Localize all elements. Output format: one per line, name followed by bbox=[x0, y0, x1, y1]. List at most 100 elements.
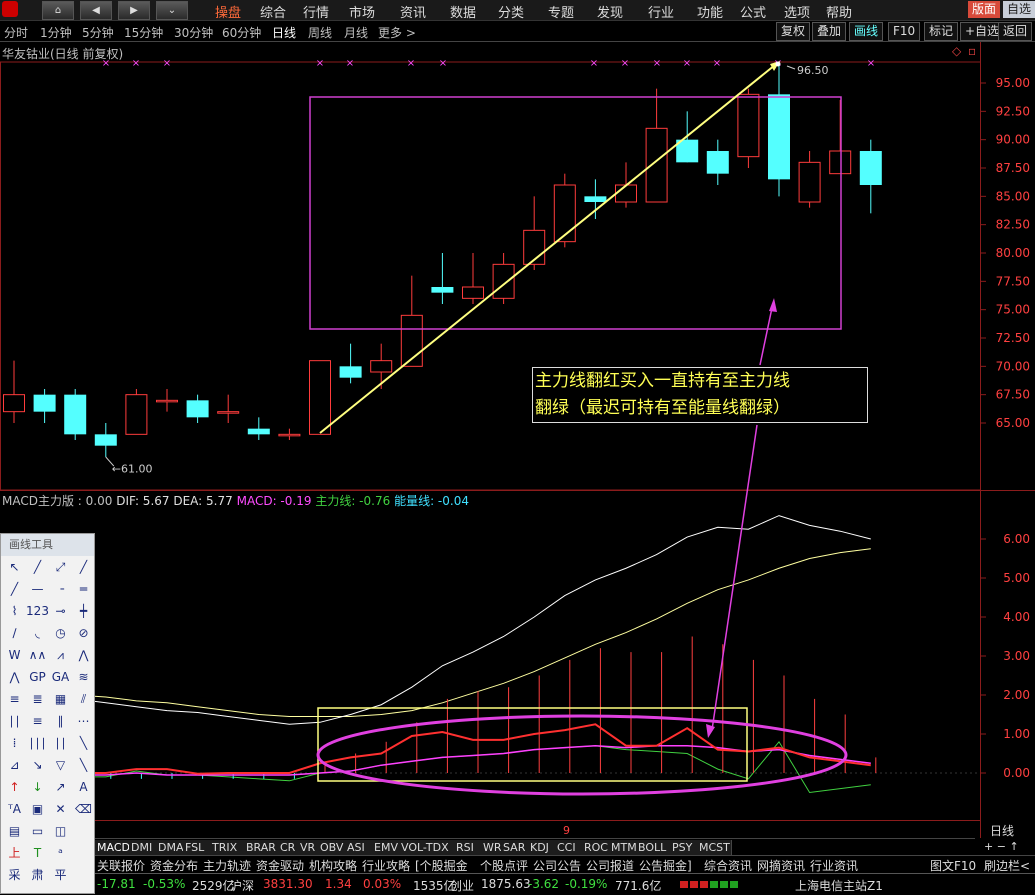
info-tab-right-0[interactable]: 图文F10 bbox=[930, 857, 976, 874]
draw-tool-20-icon[interactable]: ⋀ bbox=[3, 666, 26, 688]
draw-tool-53-icon[interactable]: T bbox=[26, 842, 49, 864]
indicator-tab-kdj[interactable]: KDJ bbox=[528, 840, 556, 855]
draw-tool-47-icon[interactable]: ⌫ bbox=[72, 798, 95, 820]
draw-tool-46-icon[interactable]: ✕ bbox=[49, 798, 72, 820]
draw-tool-15-icon[interactable]: ⊘ bbox=[72, 622, 95, 644]
draw-tool-0-icon[interactable]: ↖ bbox=[3, 556, 26, 578]
draw-tool-12-icon[interactable]: ∕ bbox=[3, 622, 26, 644]
draw-tool-59-icon[interactable] bbox=[72, 864, 95, 886]
draw-tool-38-icon[interactable]: ▽ bbox=[49, 754, 72, 776]
draw-tool-8-icon[interactable]: ⌇ bbox=[3, 600, 26, 622]
draw-tool-19-icon[interactable]: ⋀ bbox=[72, 644, 95, 666]
draw-tool-22-icon[interactable]: GA bbox=[49, 666, 72, 688]
draw-tool-10-icon[interactable]: ⊸ bbox=[49, 600, 72, 622]
draw-tool-57-icon[interactable]: 肃 bbox=[26, 864, 49, 886]
zoom-in-icon[interactable]: + bbox=[984, 840, 993, 853]
info-tab-right-1[interactable]: 刷边栏< bbox=[984, 857, 1030, 874]
indicator-tab-asi[interactable]: ASI bbox=[345, 840, 373, 855]
indicator-tab-psy[interactable]: PSY bbox=[670, 840, 698, 855]
draw-tool-11-icon[interactable]: ┿ bbox=[72, 600, 95, 622]
draw-tool-23-icon[interactable]: ≋ bbox=[72, 666, 95, 688]
draw-tool-30-icon[interactable]: ∥ bbox=[49, 710, 72, 732]
draw-tool-13-icon[interactable]: ◟ bbox=[26, 622, 49, 644]
indicator-tab-macd[interactable]: MACD bbox=[95, 840, 130, 855]
draw-tool-51-icon[interactable] bbox=[72, 820, 95, 842]
draw-tool-2-icon[interactable]: ⤢ bbox=[49, 556, 72, 578]
draw-tool-54-icon[interactable]: ᵃ bbox=[49, 842, 72, 864]
draw-tool-14-icon[interactable]: ◷ bbox=[49, 622, 72, 644]
indicator-tab-sar[interactable]: SAR bbox=[501, 840, 529, 855]
indicator-tab-vr[interactable]: VR bbox=[298, 840, 319, 855]
draw-tool-37-icon[interactable]: ↘ bbox=[26, 754, 49, 776]
draw-tool-26-icon[interactable]: ▦ bbox=[49, 688, 72, 710]
zoom-out-icon[interactable]: − bbox=[997, 840, 1006, 853]
indicator-tab-roc[interactable]: ROC bbox=[582, 840, 610, 855]
draw-tool-43-icon[interactable]: A bbox=[72, 776, 95, 798]
draw-tool-9-icon[interactable]: 123 bbox=[26, 600, 49, 622]
indicator-tab-mtm[interactable]: MTM bbox=[609, 840, 637, 855]
indicator-tab-vol-tdx[interactable]: VOL-TDX bbox=[399, 840, 455, 855]
indicator-tab-dma[interactable]: DMA bbox=[156, 840, 184, 855]
info-tab-6[interactable]: [个股掘金 bbox=[415, 857, 468, 874]
info-tab-4[interactable]: 机构攻略 bbox=[309, 857, 357, 874]
draw-tool-34-icon[interactable]: ∣∣ bbox=[49, 732, 72, 754]
draw-tool-21-icon[interactable]: GP bbox=[26, 666, 49, 688]
zoom-controls[interactable]: + − ↑ bbox=[984, 840, 1034, 853]
info-tab-11[interactable]: 综合资讯 bbox=[704, 857, 752, 874]
draw-tool-7-icon[interactable]: ═ bbox=[72, 578, 95, 600]
draw-tool-5-icon[interactable]: — bbox=[26, 578, 49, 600]
indicator-tab-fsl[interactable]: FSL bbox=[183, 840, 211, 855]
indicator-tab-dmi[interactable]: DMI bbox=[129, 840, 157, 855]
info-tab-2[interactable]: 主力轨迹 bbox=[203, 857, 251, 874]
indicator-tab-emv[interactable]: EMV bbox=[372, 840, 400, 855]
info-tab-9[interactable]: 公司报道 bbox=[586, 857, 634, 874]
draw-tool-29-icon[interactable]: ≡ bbox=[26, 710, 49, 732]
draw-tool-25-icon[interactable]: ≣ bbox=[26, 688, 49, 710]
info-tab-10[interactable]: 公告掘金] bbox=[639, 857, 692, 874]
draw-tool-40-icon[interactable]: ↑ bbox=[3, 776, 26, 798]
indicator-tab-boll[interactable]: BOLL bbox=[636, 840, 671, 855]
indicator-tab-mcst[interactable]: MCST bbox=[697, 840, 732, 855]
draw-tool-4-icon[interactable]: ╱ bbox=[3, 578, 26, 600]
info-tab-5[interactable]: 行业攻略 bbox=[362, 857, 410, 874]
draw-tool-52-icon[interactable]: 上 bbox=[3, 842, 26, 864]
info-tab-0[interactable]: 关联报价 bbox=[97, 857, 145, 874]
info-tab-13[interactable]: 行业资讯 bbox=[810, 857, 858, 874]
draw-tool-39-icon[interactable]: ╲ bbox=[72, 754, 95, 776]
draw-tool-35-icon[interactable]: ╲ bbox=[72, 732, 95, 754]
draw-tool-55-icon[interactable] bbox=[72, 842, 95, 864]
indicator-tab-cr[interactable]: CR bbox=[278, 840, 299, 855]
draw-tool-44-icon[interactable]: ᵀA bbox=[3, 798, 26, 820]
info-tab-3[interactable]: 资金驱动 bbox=[256, 857, 304, 874]
draw-tool-50-icon[interactable]: ◫ bbox=[49, 820, 72, 842]
draw-tool-16-icon[interactable]: W bbox=[3, 644, 26, 666]
draw-tool-27-icon[interactable]: ⫽ bbox=[72, 688, 95, 710]
up-icon[interactable]: ↑ bbox=[1009, 840, 1018, 853]
draw-tool-24-icon[interactable]: ≡ bbox=[3, 688, 26, 710]
draw-tool-48-icon[interactable]: ▤ bbox=[3, 820, 26, 842]
draw-tool-56-icon[interactable]: 采 bbox=[3, 864, 26, 886]
draw-tool-32-icon[interactable]: ⁞ bbox=[3, 732, 26, 754]
indicator-tab-obv[interactable]: OBV bbox=[318, 840, 346, 855]
info-tab-12[interactable]: 网摘资讯 bbox=[757, 857, 805, 874]
draw-tool-41-icon[interactable]: ↓ bbox=[26, 776, 49, 798]
draw-tool-18-icon[interactable]: ⩘ bbox=[49, 644, 72, 666]
draw-tool-6-icon[interactable]: ╶ bbox=[49, 578, 72, 600]
indicator-tab-wr[interactable]: WR bbox=[481, 840, 502, 855]
draw-tool-28-icon[interactable]: ∣∣ bbox=[3, 710, 26, 732]
indicator-tab-brar[interactable]: BRAR bbox=[244, 840, 279, 855]
draw-tool-31-icon[interactable]: ⋯ bbox=[72, 710, 95, 732]
draw-tool-33-icon[interactable]: ∣∣∣ bbox=[26, 732, 49, 754]
draw-tool-17-icon[interactable]: ∧∧ bbox=[26, 644, 49, 666]
draw-tool-3-icon[interactable]: ╱ bbox=[72, 556, 95, 578]
draw-tool-58-icon[interactable]: 平 bbox=[49, 864, 72, 886]
indicator-tab-trix[interactable]: TRIX bbox=[210, 840, 245, 855]
draw-tool-36-icon[interactable]: ⊿ bbox=[3, 754, 26, 776]
indicator-tab-rsi[interactable]: RSI bbox=[454, 840, 482, 855]
draw-tool-1-icon[interactable]: ╱ bbox=[26, 556, 49, 578]
info-tab-7[interactable]: 个股点评 bbox=[480, 857, 528, 874]
info-tab-8[interactable]: 公司公告 bbox=[533, 857, 581, 874]
draw-tool-45-icon[interactable]: ▣ bbox=[26, 798, 49, 820]
info-tab-1[interactable]: 资金分布 bbox=[150, 857, 198, 874]
draw-tool-49-icon[interactable]: ▭ bbox=[26, 820, 49, 842]
